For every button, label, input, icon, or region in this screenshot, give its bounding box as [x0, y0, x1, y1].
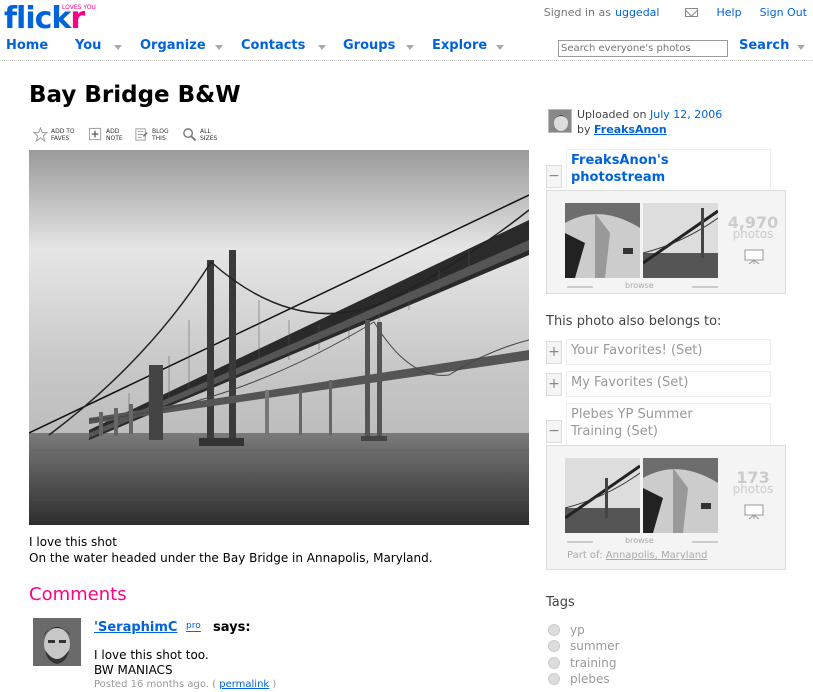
- tag-item[interactable]: plebes: [548, 672, 610, 686]
- comment-text-line1: I love this shot too.: [94, 648, 209, 662]
- set-label[interactable]: Your Favorites! (Set): [571, 343, 702, 358]
- set-thumb-next[interactable]: [643, 458, 718, 533]
- comments-heading: Comments: [29, 584, 127, 605]
- search-dropdown-icon[interactable]: [797, 45, 805, 50]
- account-bar: Signed in as uggedal Help Sign Out: [544, 6, 807, 19]
- tag-icon: [548, 640, 560, 652]
- signed-in-label: Signed in as: [543, 6, 611, 19]
- set-count-label: photos: [732, 482, 774, 496]
- tag-item[interactable]: yp: [548, 623, 585, 637]
- shirt-thumbnail-image: [565, 203, 640, 278]
- commenter-portrait-image: [33, 618, 81, 666]
- bay-bridge-image: [29, 150, 529, 525]
- tag-item[interactable]: summer: [548, 639, 620, 653]
- tag-item[interactable]: training: [548, 656, 617, 670]
- owner-avatar[interactable]: [548, 109, 572, 133]
- plebes-set-box: 173 photos browse Part of: Annapolis, Ma…: [546, 445, 786, 570]
- says-label: says:: [213, 620, 251, 635]
- help-link[interactable]: Help: [716, 6, 741, 19]
- set-your-favorites[interactable]: + Your Favorites! (Set): [546, 339, 771, 365]
- expand-set-toggle[interactable]: +: [546, 373, 562, 396]
- uploaded-by: by FreaksAnon: [577, 123, 667, 136]
- add-note-icon: [88, 127, 102, 141]
- mail-icon[interactable]: [685, 8, 699, 17]
- tag-icon: [548, 673, 560, 685]
- browse-label: browse: [625, 281, 654, 290]
- nav-contacts[interactable]: Contacts: [241, 38, 305, 53]
- photostream-thumb-current[interactable]: [643, 203, 718, 278]
- bridge-thumbnail-image: [643, 203, 718, 278]
- star-icon: [33, 127, 48, 142]
- commenter-avatar[interactable]: [33, 618, 81, 666]
- search-button[interactable]: Search: [739, 38, 789, 53]
- belongs-to-heading: This photo also belongs to:: [546, 314, 722, 329]
- sign-out-link[interactable]: Sign Out: [760, 6, 807, 19]
- photostream-count-label: photos: [732, 227, 774, 241]
- pro-badge[interactable]: pro: [186, 621, 201, 632]
- prev-arrow-icon[interactable]: [567, 286, 593, 288]
- shirt-thumbnail-image: [643, 458, 718, 533]
- nav-home[interactable]: Home: [6, 38, 48, 53]
- groups-dropdown-icon[interactable]: [406, 45, 414, 50]
- you-dropdown-icon[interactable]: [114, 45, 122, 50]
- photostream-thumb-prev[interactable]: [565, 203, 640, 278]
- set-label[interactable]: Plebes YP Summer Training (Set): [571, 406, 693, 440]
- add-note-button[interactable]: ADD NOTE: [88, 127, 123, 142]
- collapse-set-toggle[interactable]: −: [546, 420, 562, 443]
- slideshow-icon[interactable]: [744, 504, 764, 520]
- owner-portrait-image: [549, 110, 571, 132]
- prev-arrow-icon[interactable]: [567, 541, 593, 543]
- all-sizes-button[interactable]: ALL SIZES: [182, 127, 217, 142]
- blog-icon: [135, 128, 148, 141]
- commenter-name-link[interactable]: 'SeraphimC: [94, 620, 177, 635]
- uploaded-date: Uploaded on July 12, 2006: [577, 108, 723, 121]
- expand-set-toggle[interactable]: +: [546, 341, 562, 364]
- nav-explore[interactable]: Explore: [432, 38, 487, 53]
- nav-you[interactable]: You: [75, 38, 101, 53]
- part-of-line: Part of: Annapolis, Maryland: [567, 550, 708, 561]
- tag-icon: [548, 657, 560, 669]
- search-input[interactable]: [558, 40, 728, 57]
- next-arrow-icon[interactable]: [692, 541, 718, 543]
- organize-dropdown-icon[interactable]: [215, 45, 223, 50]
- set-plebes[interactable]: − Plebes YP Summer Training (Set): [546, 403, 771, 445]
- blog-this-button[interactable]: BLOG THIS: [134, 127, 169, 142]
- slideshow-icon[interactable]: [744, 249, 764, 265]
- photostream-title[interactable]: FreaksAnon's photostream: [566, 149, 771, 189]
- username-link[interactable]: uggedal: [615, 6, 659, 19]
- set-label[interactable]: My Favorites (Set): [571, 375, 688, 390]
- nav-organize[interactable]: Organize: [140, 38, 206, 53]
- set-thumb-prev[interactable]: [565, 458, 640, 533]
- permalink-link[interactable]: permalink: [219, 679, 269, 690]
- tags-heading: Tags: [546, 595, 575, 610]
- set-my-favorites[interactable]: + My Favorites (Set): [546, 371, 771, 397]
- part-of-collection-link[interactable]: Annapolis, Maryland: [606, 550, 708, 561]
- browse-label: browse: [625, 536, 654, 545]
- main-photo[interactable]: [29, 150, 529, 525]
- next-arrow-icon[interactable]: [692, 286, 718, 288]
- add-to-faves-button[interactable]: ADD TO FAVES: [33, 127, 75, 142]
- photo-title: Bay Bridge B&W: [29, 82, 241, 108]
- tag-icon: [548, 624, 560, 636]
- nav-groups[interactable]: Groups: [343, 38, 395, 53]
- photo-description-line1: I love this shot: [29, 535, 117, 549]
- owner-link[interactable]: FreaksAnon: [594, 123, 667, 136]
- photo-description-line2: On the water headed under the Bay Bridge…: [29, 551, 433, 565]
- contacts-dropdown-icon[interactable]: [318, 45, 326, 50]
- magnifier-icon: [183, 128, 197, 142]
- logo-tagline: LOVES YOU: [62, 4, 96, 11]
- explore-dropdown-icon[interactable]: [496, 45, 504, 50]
- photostream-box: 4,970 photos browse: [546, 190, 786, 294]
- collapse-photostream-toggle[interactable]: −: [546, 165, 562, 188]
- comment-meta: Posted 16 months ago. ( permalink ): [94, 679, 277, 690]
- comment-text-line2: BW MANIACS: [94, 663, 173, 677]
- upload-date-link[interactable]: July 12, 2006: [650, 108, 722, 121]
- bridge-thumbnail-image: [565, 458, 640, 533]
